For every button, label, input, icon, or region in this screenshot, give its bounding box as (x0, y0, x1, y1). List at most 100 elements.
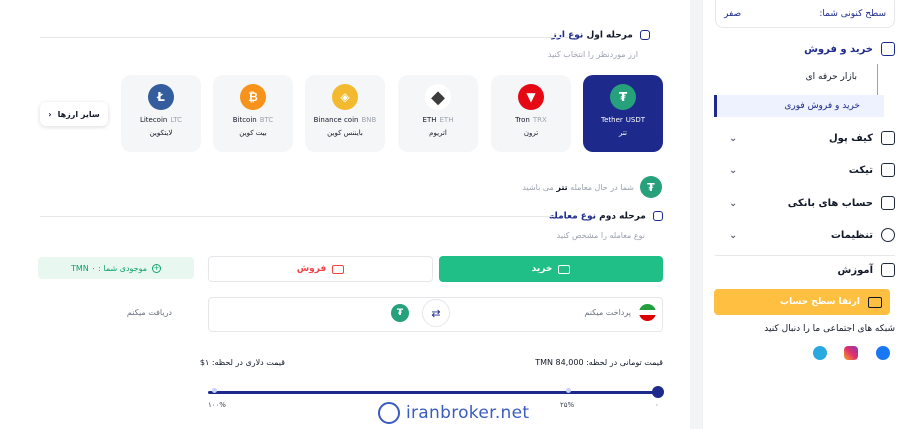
amount-slider-track[interactable] (208, 391, 658, 394)
crown-icon (868, 296, 882, 308)
tether-icon: ₮ (640, 176, 662, 198)
trading-note: ₮ شما در حال معامله تتر می باشید (480, 176, 662, 198)
step1-title: مرحله اول نوع ارز (552, 30, 650, 41)
upgrade-account-button[interactable]: ارتقا سطح حساب (714, 289, 890, 315)
sidebar-item-wallet[interactable]: کیف پول ⌄ (715, 127, 895, 149)
watermark-text: iranbroker.net (406, 403, 530, 423)
coin-name: ETH (422, 116, 437, 124)
coin-persian-name: بیت کوین (239, 129, 267, 137)
trading-note-prefix: شما در حال معامله (570, 182, 634, 192)
coin-card-tron[interactable]: ▼ Tron TRX ترون (491, 75, 571, 152)
chevron-down-icon: ⌄ (729, 164, 738, 176)
sidebar-item-trade[interactable]: خرید و فروش (715, 38, 895, 60)
step1-title-highlight: نوع ارز (551, 30, 584, 41)
coin-symbol: ETH (439, 116, 454, 124)
coin-persian-name: لایتکوین (149, 129, 173, 137)
step2-title-highlight: نوع معامله (548, 211, 596, 222)
coin-persian-name: اتریوم (429, 129, 447, 137)
dollar-price: قیمت دلاری در لحظه: ۱$ (199, 358, 285, 367)
sidebar-item-learning[interactable]: آموزش (715, 259, 895, 281)
coin-symbol: BTC (259, 116, 274, 124)
sell-button[interactable]: فروش (208, 256, 433, 282)
sidebar-item-settings[interactable]: تنظیمات ⌄ (715, 224, 895, 246)
coin-name: Tron (515, 116, 530, 124)
amount-slider-handle[interactable] (652, 386, 664, 398)
instagram-icon[interactable] (844, 346, 858, 360)
swap-icon[interactable]: ⇄ (422, 299, 450, 327)
step2-title: مرحله دوم نوع معامله (549, 211, 663, 222)
pay-label: پرداخت میکنم (584, 308, 631, 317)
coin-card-bnb[interactable]: ◈ Binance coin BNB بایننس کوین (305, 75, 385, 152)
account-level: سطح کنونی شما: صفر (715, 0, 895, 28)
telegram-icon[interactable] (813, 346, 827, 360)
chevron-down-icon: ⌄ (729, 229, 738, 241)
coin-symbol: USDT (625, 116, 645, 124)
trading-note-coin: تتر (556, 182, 568, 192)
book-icon (881, 263, 895, 277)
trade-icon (881, 42, 895, 56)
chevron-down-icon: ⌄ (729, 132, 738, 144)
buy-label: خرید (531, 264, 553, 274)
panel-gap (690, 0, 702, 429)
step2-subtitle: نوع معامله را مشخص کنید (556, 231, 645, 240)
ticket-icon (881, 163, 895, 177)
other-coins-button[interactable]: سایر ارزها ‹ (40, 102, 108, 126)
coin-name: Tether (601, 116, 623, 124)
slider-tick (212, 388, 217, 393)
sidebar-divider (715, 255, 895, 256)
coin-card-eth[interactable]: ◆ ETH ETH اتریوم (398, 75, 478, 152)
coin-card-bitcoin[interactable]: ₿ Bitcoin BTC بیت کوین (213, 75, 293, 152)
level-value: صفر (724, 8, 742, 19)
sidebar-item-label: تنظیمات (830, 229, 873, 241)
main-panel: مرحله اول نوع ارز ارز موردنظر را انتخاب … (0, 0, 690, 429)
coin-persian-name: ترون (523, 129, 539, 137)
toman-price: قیمت تومانی در لحظه: TMN 84,000 (535, 358, 663, 367)
sidebar-item-label: خرید و فروش (804, 43, 873, 55)
balance-text: موجودی شما : TMN ۰ (70, 263, 148, 273)
plus-circle-icon: + (152, 263, 162, 273)
step1-subtitle: ارز موردنظر را انتخاب کنید (547, 50, 638, 59)
coin-symbol: LTC (170, 116, 183, 124)
coin-symbol: TRX (532, 116, 547, 124)
chevron-down-icon: ⌄ (729, 197, 738, 209)
ethereum-icon: ◆ (425, 84, 451, 110)
trading-note-text: شما در حال معامله تتر می باشید (522, 183, 634, 192)
iran-flag-icon (639, 304, 656, 321)
binance-icon: ◈ (332, 84, 358, 110)
sidebar-item-ticket[interactable]: تیکت ⌄ (715, 159, 895, 181)
tether-receive-icon: ₮ (391, 304, 409, 322)
sell-card-icon (332, 264, 345, 274)
sidebar-item-label: تیکت (848, 164, 873, 176)
coin-persian-name: تتر (619, 129, 627, 137)
trading-note-suffix: می باشید (522, 182, 554, 192)
buy-card-icon (558, 264, 571, 274)
step2-divider (40, 216, 555, 217)
tether-icon: ₮ (610, 84, 636, 110)
buy-button[interactable]: خرید (439, 256, 663, 282)
coin-name: Litecoin (139, 116, 168, 124)
social-follow-text: شبکه های اجتماعی ما را دنبال کنید (764, 324, 895, 334)
sidebar-item-label: آموزش (837, 264, 873, 276)
sidebar-item-bank-accounts[interactable]: حساب های بانکی ⌄ (715, 192, 895, 214)
wallet-icon (881, 131, 895, 145)
balance-badge: + موجودی شما : TMN ۰ (38, 257, 194, 279)
coin-name: Bitcoin (232, 116, 257, 124)
watermark: iranbroker.net (378, 402, 529, 424)
sidebar-subitem-pro-market[interactable]: بازار حرفه ای (806, 66, 857, 88)
sidebar-item-label: کیف پول (829, 132, 873, 144)
sidebar-item-label: حساب های بانکی (787, 197, 873, 209)
watermark-logo-icon (378, 402, 400, 424)
bitcoin-icon: ₿ (240, 84, 266, 110)
sell-label: فروش (296, 264, 327, 274)
sidebar-subitem-instant-trade[interactable]: خرید و فروش فوری (784, 95, 860, 117)
coin-persian-name: بایننس کوین (327, 129, 363, 137)
facebook-icon[interactable] (876, 346, 890, 360)
coin-name: Binance coin (313, 116, 359, 124)
step2-title-prefix: مرحله دوم (599, 211, 646, 222)
step1-title-prefix: مرحله اول (586, 30, 633, 41)
receive-label: دریافت میکنم (126, 308, 172, 317)
level-label: سطح کنونی شما: (819, 8, 886, 19)
coin-card-litecoin[interactable]: Ł Litecoin LTC لایتکوین (121, 75, 201, 152)
coin-card-tether[interactable]: ₮ Tether USDT تتر (583, 75, 663, 152)
slider-label-mid: ۲۵% (560, 401, 575, 409)
